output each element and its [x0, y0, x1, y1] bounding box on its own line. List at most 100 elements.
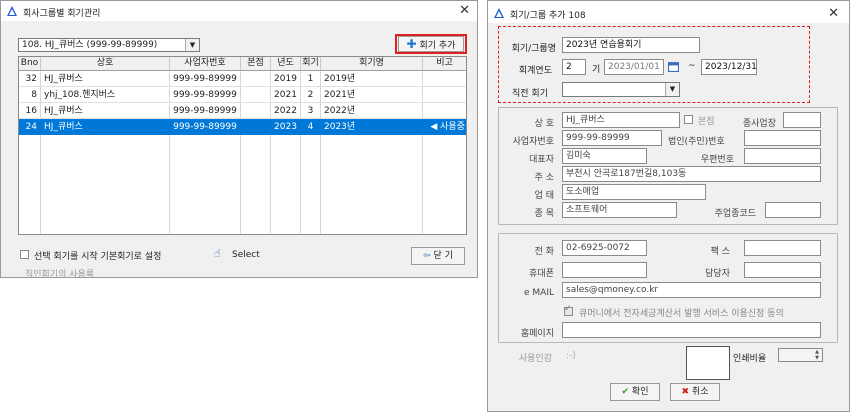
term-group-label: 회기/그룹명 [511, 44, 556, 54]
fax-input[interactable] [744, 240, 821, 256]
cell-note [423, 103, 466, 119]
corpno-label: 법인(주민)번호 [668, 137, 725, 147]
cell-bno: 16 [19, 103, 41, 119]
close-button[interactable]: ⇦ 닫 기 [411, 247, 465, 265]
date-to-input[interactable]: 2023/12/31 [701, 59, 757, 75]
window-title: 회사그룹별 회기관리 [23, 9, 101, 19]
homepage-label: 홈페이지 [520, 329, 554, 339]
cell-term: 4 [301, 119, 321, 135]
prev-term-label: 직전 회기 [512, 89, 548, 99]
hq-checkbox[interactable] [684, 115, 693, 124]
biz-item-input[interactable]: 소프트웨어 [562, 202, 677, 218]
footer-faint-text: 직인회기의 사용록 [25, 270, 95, 280]
cell-hq [241, 71, 271, 87]
homepage-input[interactable] [562, 322, 821, 338]
cell-name: HJ_큐버스 [41, 119, 170, 135]
corpno-input[interactable] [744, 130, 821, 146]
cell-term-name: 2021년 [321, 87, 423, 103]
mobile-input[interactable] [562, 262, 647, 278]
calendar-icon[interactable] [668, 61, 679, 72]
cell-term-name: 2022년 [321, 103, 423, 119]
phone-input[interactable]: 02-6925-0072 [562, 240, 647, 256]
cell-term-name: 2019년 [321, 71, 423, 87]
table-row[interactable]: 32 HJ_큐버스 999-99-89999 2019 1 2019년 [19, 71, 466, 87]
col-header-term-name[interactable]: 회기명 [321, 57, 423, 71]
term-table[interactable]: Bno 상호 사업자번호 본점 년도 회기 회기명 비고 32 HJ_큐버스 9… [18, 56, 467, 235]
fiscal-term-input[interactable]: 2 [562, 59, 586, 75]
cell-note [423, 87, 466, 103]
app-logo-icon [7, 6, 17, 16]
ceo-label: 대표자 [529, 155, 554, 165]
date-from-input[interactable]: 2023/01/01 [604, 59, 664, 75]
cell-term: 1 [301, 71, 321, 87]
table-row[interactable]: 8 yhj_108.헨지버스 999-99-89999 2021 2 2021년 [19, 87, 466, 103]
window-title: 회기/그룹 추가 108 [510, 11, 586, 21]
address-input[interactable]: 부천시 안곡로187번길8,103동 [562, 166, 821, 182]
col-header-hq[interactable]: 본점 [241, 57, 271, 71]
mobile-label: 휴대폰 [529, 269, 554, 279]
branch-input[interactable] [783, 112, 821, 128]
term-group-input[interactable]: 2023년 연습용회기 [562, 37, 700, 53]
x-icon: ✖ [681, 387, 690, 397]
cell-note: ◀ 사용중 [423, 119, 466, 135]
print-ratio-label: 인쇄비율 [733, 354, 767, 364]
seal-image-box[interactable] [686, 346, 730, 380]
branch-code-input[interactable] [765, 202, 821, 218]
phone-label: 전 화 [534, 247, 554, 257]
cell-bizno: 999-99-89999 [170, 87, 241, 103]
cell-year: 2019 [271, 71, 301, 87]
email-input[interactable]: sales@qmoney.co.kr [562, 282, 821, 298]
col-header-bizno[interactable]: 사업자번호 [170, 57, 241, 71]
chevron-down-icon[interactable]: ▼ [665, 83, 679, 96]
biz-type-label: 업 태 [534, 191, 554, 201]
default-term-label: 선택 회기를 시작 기본회기로 설정 [34, 252, 162, 262]
address-label: 주 소 [534, 173, 554, 183]
fiscal-term-unit: 기 [592, 65, 601, 75]
cell-bno: 24 [19, 119, 41, 135]
ceo-input[interactable]: 김미숙 [562, 148, 647, 164]
prev-term-select[interactable]: ▼ [562, 82, 680, 97]
col-header-year[interactable]: 년도 [271, 57, 301, 71]
term-group-add-window: 회기/그룹 추가 108 ✕ 회기/그룹명 2023년 연습용회기 회계연도 2… [487, 0, 850, 412]
company-select-value: 108. HJ_큐버스 (999-99-89999) [22, 40, 158, 50]
cell-bizno: 999-99-89999 [170, 119, 241, 135]
print-ratio-spinner[interactable]: ▲ ▼ [812, 349, 822, 361]
cell-term-name: 2023년 [321, 119, 423, 135]
branch-label: 종사업장 [742, 119, 776, 129]
biz-item-label: 종 목 [534, 209, 554, 219]
company-input[interactable]: HJ_큐버스 [562, 112, 680, 128]
table-row-selected[interactable]: 24 HJ_큐버스 999-99-89999 2023 4 2023년 ◀ 사용… [19, 119, 466, 135]
cell-bno: 8 [19, 87, 41, 103]
manager-label: 담당자 [705, 269, 730, 279]
default-term-checkbox[interactable] [20, 250, 29, 259]
confirm-button[interactable]: ✔ 확인 [610, 383, 660, 401]
chevron-down-icon[interactable]: ▼ [185, 39, 199, 51]
col-header-term[interactable]: 회기 [301, 57, 321, 71]
cell-name: HJ_큐버스 [41, 71, 170, 87]
select-label[interactable]: Select [232, 250, 260, 260]
hq-label: 본점 [698, 117, 715, 127]
col-header-bno[interactable]: Bno [19, 57, 41, 71]
close-icon[interactable]: ✕ [828, 6, 839, 21]
app-logo-icon [494, 8, 504, 18]
title-bar: 회기/그룹 추가 108 ✕ [488, 1, 849, 23]
biz-type-input[interactable]: 도소매업 [562, 184, 706, 200]
close-button-label: 닫 기 [433, 251, 453, 261]
company-select[interactable]: 108. HJ_큐버스 (999-99-89999) ▼ [18, 38, 200, 52]
col-header-note[interactable]: 비고 [423, 57, 466, 71]
table-row[interactable]: 16 HJ_큐버스 999-99-89999 2022 3 2022년 [19, 103, 466, 119]
cell-term: 3 [301, 103, 321, 119]
add-term-button[interactable]: ✚ 회기 추가 [398, 36, 464, 52]
zip-input[interactable] [744, 148, 821, 164]
title-bar: 회사그룹별 회기관리 ✕ [1, 1, 477, 21]
pointer-hand-icon[interactable]: ☝ [214, 247, 221, 260]
col-header-name[interactable]: 상호 [41, 57, 170, 71]
cell-hq [241, 119, 271, 135]
manager-input[interactable] [744, 262, 821, 278]
cancel-button[interactable]: ✖ 취소 [670, 383, 720, 401]
zip-label: 우편번호 [700, 155, 734, 165]
confirm-label: 확인 [631, 387, 649, 397]
cell-hq [241, 87, 271, 103]
bizno-input[interactable]: 999-99-89999 [562, 130, 662, 146]
close-icon[interactable]: ✕ [459, 3, 470, 18]
